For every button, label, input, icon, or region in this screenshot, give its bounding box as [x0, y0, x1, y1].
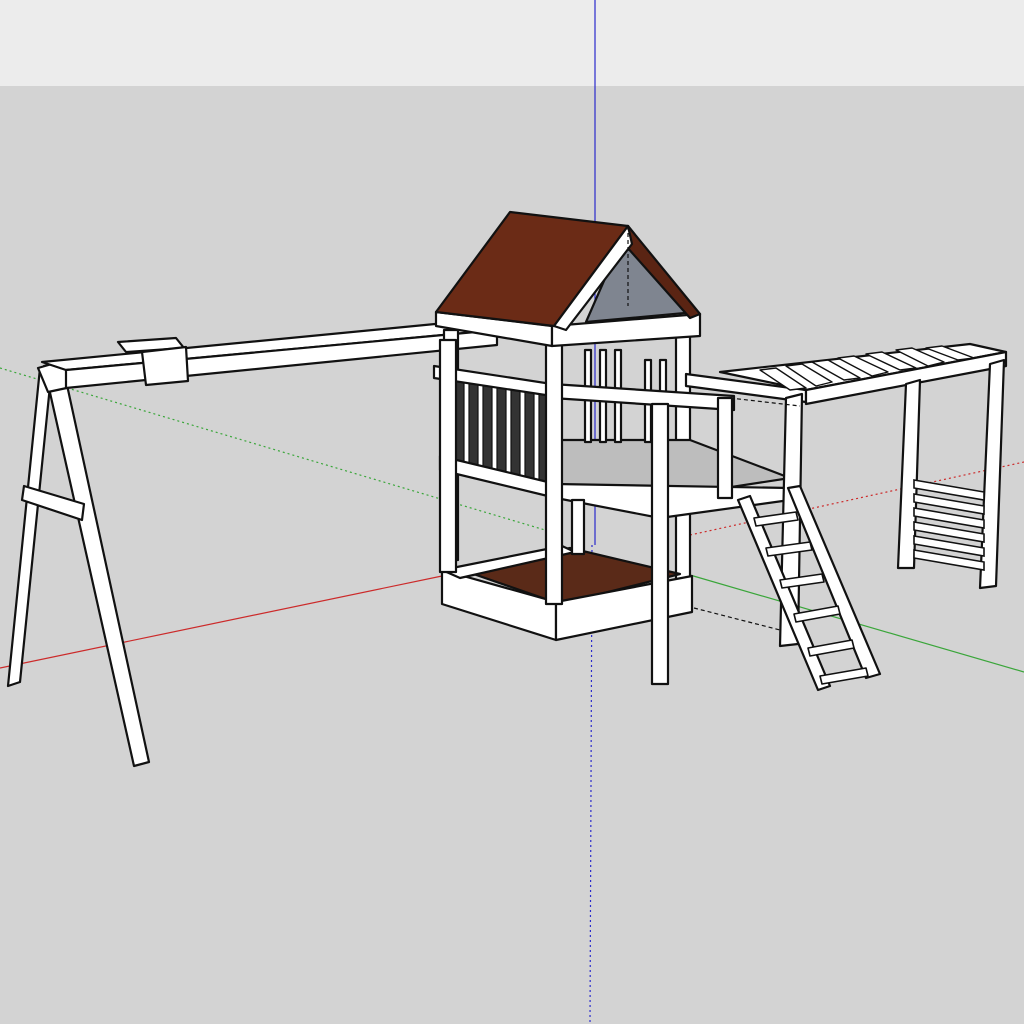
fort-front-post-right: [716, 396, 734, 500]
scene-canvas[interactable]: [0, 0, 1024, 1024]
fort-front-post-mid: [650, 402, 670, 686]
swing-hanger-front: [140, 345, 190, 387]
fort-support-post: [570, 498, 586, 556]
fort-front-post-left: [544, 342, 564, 606]
fort-corner-post: [438, 338, 458, 574]
sky-background: [0, 0, 1024, 86]
modeling-viewport[interactable]: [0, 0, 1024, 1024]
